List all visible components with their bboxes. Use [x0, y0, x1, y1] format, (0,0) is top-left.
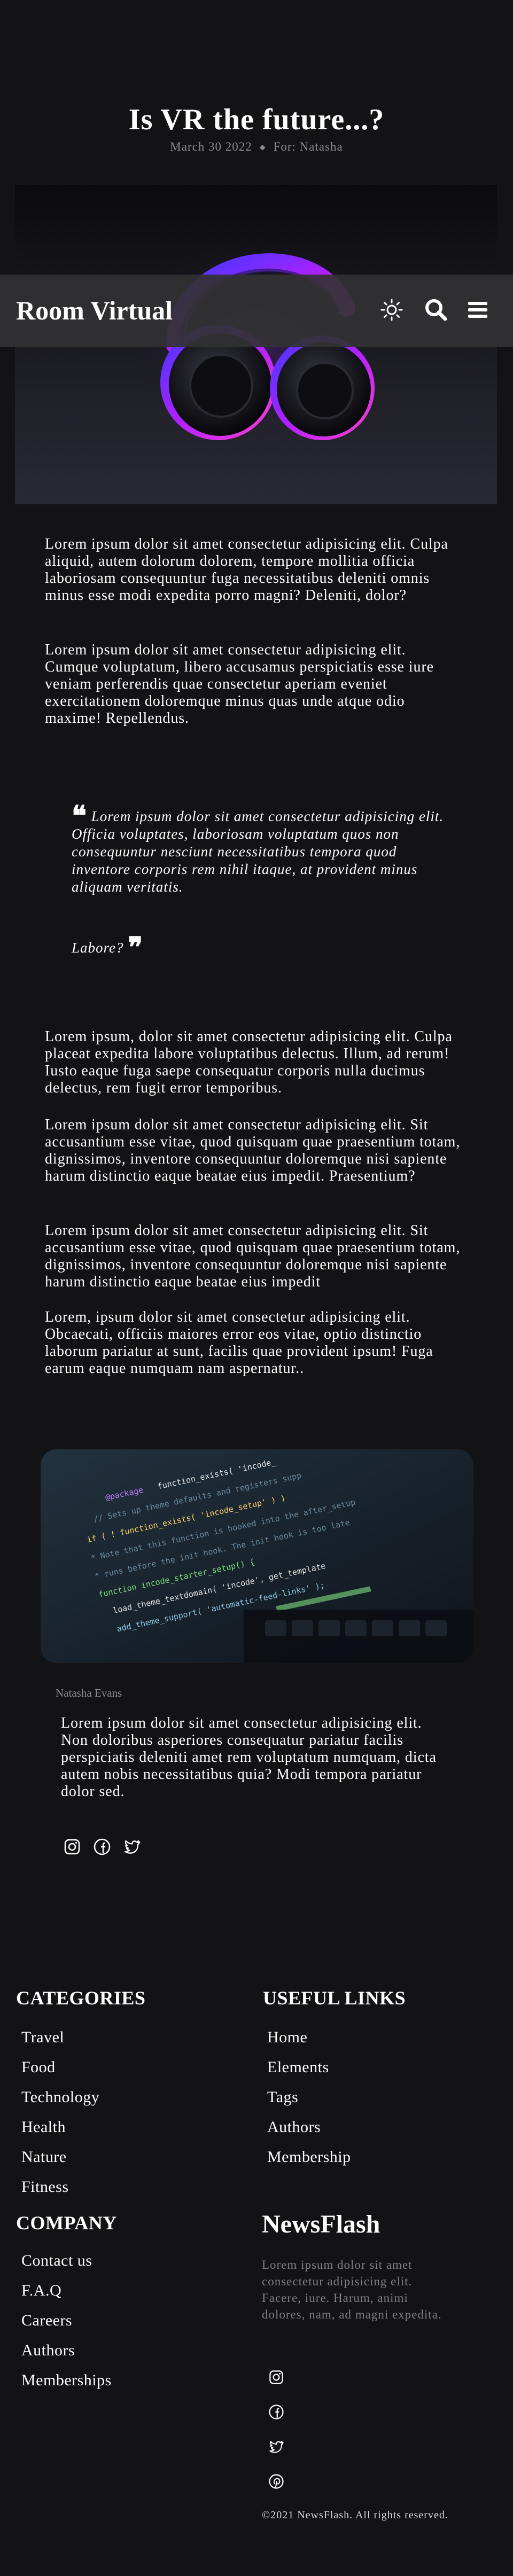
brand-logo[interactable]: Room Virtual: [16, 295, 173, 326]
footer-company-heading: COMPANY: [16, 2212, 117, 2234]
footer-categories-heading: CATEGORIES: [16, 1987, 146, 2009]
footer-link-fitness[interactable]: Fitness: [21, 2172, 99, 2202]
menu-icon[interactable]: [463, 295, 493, 325]
footer-link-tags[interactable]: Tags: [267, 2082, 351, 2112]
instagram-icon[interactable]: [62, 1837, 82, 1857]
author-bio: Lorem ipsum dolor sit amet consectetur a…: [61, 1715, 437, 1800]
footer-useful-links-heading: USEFUL LINKS: [263, 1987, 406, 2009]
meta-separator-icon: ◆: [259, 144, 266, 152]
post-meta: March 30 2022 ◆ For: Natasha: [0, 140, 513, 154]
post-date: March 30 2022: [170, 140, 252, 153]
footer-link-membership[interactable]: Membership: [267, 2142, 351, 2172]
footer-link-company-authors[interactable]: Authors: [21, 2336, 112, 2366]
theme-toggle-icon[interactable]: [377, 295, 407, 325]
search-icon[interactable]: [421, 295, 451, 325]
twitter-icon[interactable]: [122, 1837, 142, 1857]
navbar: Room Virtual: [0, 275, 513, 347]
article-paragraph: Lorem ipsum dolor sit amet consectetur a…: [45, 642, 434, 727]
author-cover-image: @package function_exists( 'incode_ // Se…: [41, 1449, 473, 1663]
article-paragraph: Lorem ipsum dolor sit amet consectetur a…: [45, 536, 448, 604]
article-quote-end: Labore? ❞: [72, 934, 446, 962]
article-quote: ❝ Lorem ipsum dolor sit amet consectetur…: [72, 803, 446, 896]
footer-link-nature[interactable]: Nature: [21, 2142, 99, 2172]
newsletter-title: NewsFlash: [262, 2210, 380, 2238]
footer-link-elements[interactable]: Elements: [267, 2052, 351, 2082]
footer-link-home[interactable]: Home: [267, 2023, 351, 2052]
quote-end-text: Labore?: [72, 940, 124, 956]
code-screen-illustration: @package function_exists( 'incode_ // Se…: [41, 1449, 473, 1663]
footer-link-contact[interactable]: Contact us: [21, 2246, 112, 2276]
article-paragraph: Lorem ipsum dolor sit amet consectetur a…: [45, 1222, 461, 1290]
footer-link-careers[interactable]: Careers: [21, 2306, 112, 2336]
close-quote-icon: ❞: [128, 933, 144, 963]
facebook-icon[interactable]: [92, 1837, 112, 1857]
post-author-line: For: Natasha: [273, 140, 343, 153]
post-title: Is VR the future...?: [128, 103, 385, 136]
newsletter-text: Lorem ipsum dolor sit amet consectetur a…: [262, 2258, 442, 2321]
copyright: ©2021 NewsFlash. All rights reserved.: [262, 2509, 448, 2521]
author-social-links: [62, 1837, 142, 1857]
footer-company-list: Contact us F.A.Q Careers Authors Members…: [21, 2246, 112, 2395]
facebook-icon[interactable]: [267, 2403, 285, 2421]
footer-useful-links-list: Home Elements Tags Authors Membership: [267, 2023, 351, 2172]
footer-link-health[interactable]: Health: [21, 2112, 99, 2142]
footer-social-links: [267, 2368, 289, 2507]
footer-link-faq[interactable]: F.A.Q: [21, 2276, 112, 2306]
article-paragraph: Lorem ipsum, dolor sit amet consectetur …: [45, 1028, 453, 1096]
footer-link-authors[interactable]: Authors: [267, 2112, 351, 2142]
footer-link-technology[interactable]: Technology: [21, 2082, 99, 2112]
instagram-icon[interactable]: [267, 2368, 285, 2386]
footer-link-memberships[interactable]: Memberships: [21, 2366, 112, 2395]
author-name: Natasha Evans: [56, 1687, 122, 1699]
twitter-icon[interactable]: [267, 2438, 285, 2456]
footer-categories-list: Travel Food Technology Health Nature Fit…: [21, 2023, 99, 2202]
article-paragraph: Lorem ipsum dolor sit amet consectetur a…: [45, 1117, 461, 1184]
pinterest-icon[interactable]: [267, 2472, 285, 2491]
quote-text: Lorem ipsum dolor sit amet consectetur a…: [72, 808, 444, 895]
footer-link-travel[interactable]: Travel: [21, 2023, 99, 2052]
article-paragraph: Lorem, ipsum dolor sit amet consectetur …: [45, 1309, 433, 1377]
footer-link-food[interactable]: Food: [21, 2052, 99, 2082]
